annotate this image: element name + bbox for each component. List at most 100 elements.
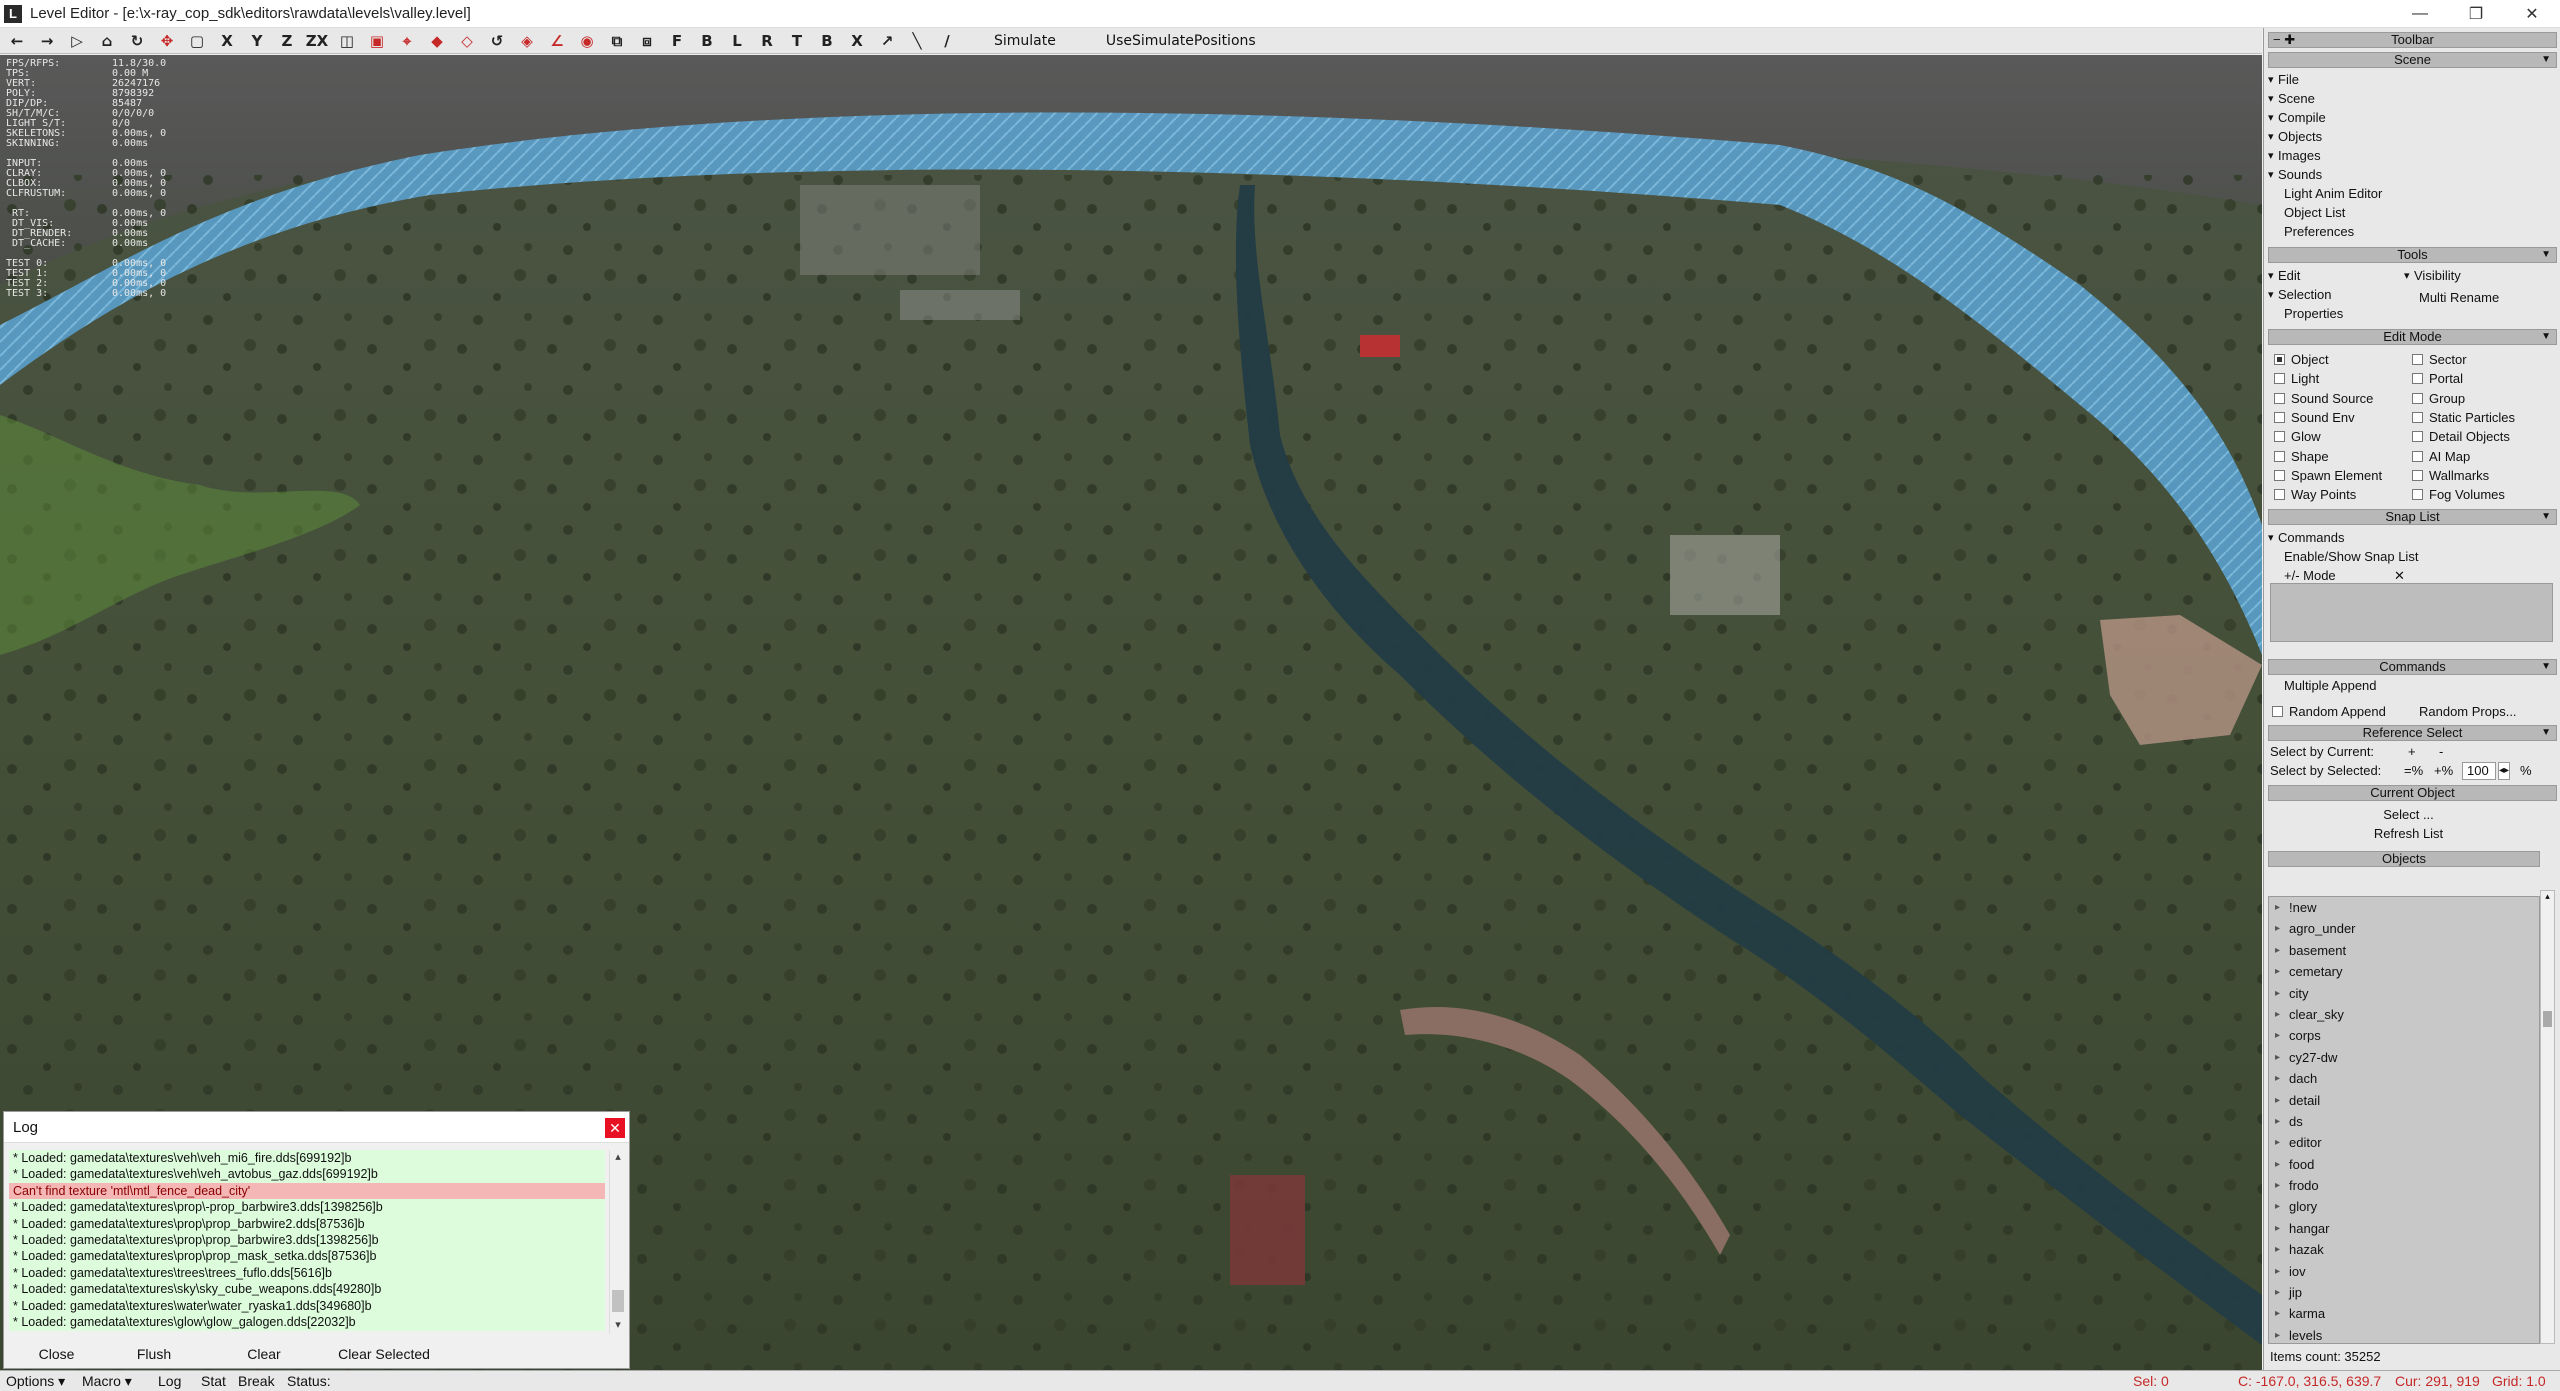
- axis-zx-button[interactable]: ZX: [304, 30, 330, 52]
- menu-visibility[interactable]: Visibility: [2404, 268, 2461, 284]
- log-scrollbar[interactable]: ▴ ▾: [609, 1150, 626, 1334]
- collapse-icon[interactable]: ▼: [2541, 53, 2551, 67]
- ortho-icon[interactable]: ╲: [904, 30, 930, 52]
- edit-mode-static-particles-checkbox[interactable]: Static Particles: [2412, 410, 2515, 426]
- maximize-button[interactable]: ❐: [2448, 0, 2504, 28]
- view-front-button[interactable]: F: [664, 30, 690, 52]
- current-object-section-header[interactable]: Current Object: [2268, 785, 2557, 801]
- log-line[interactable]: * Loaded: gamedata\textures\water\water_…: [9, 1298, 605, 1314]
- axis-y-button[interactable]: Y: [244, 30, 270, 52]
- snap-rotate-icon[interactable]: ◇: [454, 30, 480, 52]
- log-line[interactable]: * Loaded: gamedata\textures\prop\prop_ma…: [9, 1248, 605, 1264]
- multiple-append-button[interactable]: Multiple Append: [2284, 678, 2377, 694]
- properties-button[interactable]: Properties: [2284, 306, 2343, 322]
- edit-mode-light-checkbox[interactable]: Light: [2274, 371, 2319, 387]
- edit-mode-section-header[interactable]: Edit Mode ▼: [2268, 329, 2557, 345]
- pin-icon[interactable]: − ✚: [2273, 33, 2295, 47]
- select-percent-input[interactable]: 100: [2462, 762, 2496, 780]
- edit-mode-portal-checkbox[interactable]: Portal: [2412, 371, 2463, 387]
- object-folder-item[interactable]: detail: [2269, 1090, 2539, 1112]
- break-button[interactable]: Break: [238, 1373, 275, 1389]
- log-line[interactable]: * Loaded: gamedata\textures\veh\veh_avto…: [9, 1166, 605, 1182]
- edit-mode-detail-objects-checkbox[interactable]: Detail Objects: [2412, 429, 2510, 445]
- snap-scale-icon[interactable]: ◈: [514, 30, 540, 52]
- preferences-button[interactable]: Preferences: [2284, 224, 2354, 240]
- view-reset-button[interactable]: X: [844, 30, 870, 52]
- snap-object-icon[interactable]: ▣: [364, 30, 390, 52]
- edit-mode-sound-source-checkbox[interactable]: Sound Source: [2274, 391, 2373, 407]
- edit-mode-object-checkbox[interactable]: Object: [2274, 352, 2329, 368]
- menu-compile[interactable]: Compile: [2268, 110, 2326, 126]
- log-error-line[interactable]: Can't find texture 'mtl\mtl_fence_dead_c…: [9, 1182, 605, 1200]
- menu-selection[interactable]: Selection: [2268, 287, 2332, 303]
- objects-section-header[interactable]: Objects: [2268, 851, 2540, 867]
- free-camera-icon[interactable]: ∕: [934, 30, 960, 52]
- object-folder-item[interactable]: frodo: [2269, 1175, 2539, 1197]
- object-folder-item[interactable]: hangar: [2269, 1218, 2539, 1240]
- edit-mode-sector-checkbox[interactable]: Sector: [2412, 352, 2467, 368]
- select-current-plus-button[interactable]: +: [2408, 744, 2416, 760]
- undo-icon[interactable]: ←: [4, 30, 30, 52]
- scroll-up-icon[interactable]: ▴: [610, 1150, 626, 1166]
- objects-scrollbar[interactable]: ▴: [2540, 890, 2555, 1344]
- log-clear-selected-button[interactable]: Clear Selected: [329, 1343, 439, 1365]
- tools-section-header[interactable]: Tools ▼: [2268, 247, 2557, 263]
- snap-move-icon[interactable]: ◆: [424, 30, 450, 52]
- object-folder-item[interactable]: city: [2269, 983, 2539, 1005]
- log-line[interactable]: * Loaded: gamedata\textures\veh\veh_mi6_…: [9, 1150, 605, 1166]
- menu-file[interactable]: File: [2268, 72, 2299, 88]
- log-flush-button[interactable]: Flush: [109, 1343, 199, 1365]
- log-line[interactable]: * Loaded: gamedata\textures\glow\glow_ga…: [9, 1314, 605, 1330]
- percent-spinner[interactable]: ◂▸: [2498, 762, 2511, 780]
- edit-mode-spawn-element-checkbox[interactable]: Spawn Element: [2274, 468, 2382, 484]
- axis-x-button[interactable]: X: [214, 30, 240, 52]
- orbit-icon[interactable]: ↻: [124, 30, 150, 52]
- zoom-extent-icon[interactable]: ⧉: [604, 30, 630, 52]
- snap-angle-icon[interactable]: ∠: [544, 30, 570, 52]
- edit-mode-ai-map-checkbox[interactable]: AI Map: [2412, 449, 2470, 465]
- object-folder-item[interactable]: clear_sky: [2269, 1004, 2539, 1026]
- select-object-button[interactable]: Select ...: [2264, 807, 2553, 823]
- object-folder-item[interactable]: glory: [2269, 1196, 2539, 1218]
- view-left-button[interactable]: L: [724, 30, 750, 52]
- reference-select-section-header[interactable]: Reference Select ▼: [2268, 725, 2557, 741]
- view-back-button[interactable]: B: [694, 30, 720, 52]
- view-top-button[interactable]: T: [784, 30, 810, 52]
- log-line[interactable]: * Loaded: gamedata\textures\trees\trees_…: [9, 1265, 605, 1281]
- zoom-selected-icon[interactable]: ⧈: [634, 30, 660, 52]
- object-folder-item[interactable]: !new: [2269, 897, 2539, 919]
- snap-commands-menu[interactable]: Commands: [2268, 530, 2345, 546]
- snap-clear-button[interactable]: ✕: [2394, 568, 2405, 584]
- snap-normal-icon[interactable]: ◉: [574, 30, 600, 52]
- object-folder-item[interactable]: corps: [2269, 1025, 2539, 1047]
- object-folder-item[interactable]: food: [2269, 1154, 2539, 1176]
- view-right-button[interactable]: R: [754, 30, 780, 52]
- axis-z-button[interactable]: Z: [274, 30, 300, 52]
- collapse-icon[interactable]: ▼: [2541, 330, 2551, 344]
- view-bottom-button[interactable]: B: [814, 30, 840, 52]
- simulate-button[interactable]: Simulate: [994, 30, 1056, 52]
- move-icon[interactable]: ✥: [154, 30, 180, 52]
- menu-sounds[interactable]: Sounds: [2268, 167, 2322, 183]
- collapse-icon[interactable]: ▼: [2541, 248, 2551, 262]
- redo-icon[interactable]: →: [34, 30, 60, 52]
- light-anim-editor-button[interactable]: Light Anim Editor: [2284, 186, 2382, 202]
- object-folder-item[interactable]: hazak: [2269, 1239, 2539, 1261]
- options-menu[interactable]: Options ▾: [6, 1373, 65, 1390]
- object-folder-item[interactable]: iov: [2269, 1261, 2539, 1283]
- random-props-button[interactable]: Random Props...: [2419, 704, 2517, 720]
- stat-button[interactable]: Stat: [201, 1373, 226, 1389]
- macro-menu[interactable]: Macro ▾: [82, 1373, 132, 1390]
- object-folder-item[interactable]: agro_under: [2269, 918, 2539, 940]
- edit-mode-fog-volumes-checkbox[interactable]: Fog Volumes: [2412, 487, 2505, 503]
- edit-mode-sound-env-checkbox[interactable]: Sound Env: [2274, 410, 2355, 426]
- scroll-up-icon[interactable]: ▴: [2541, 891, 2554, 902]
- collapse-icon[interactable]: ▼: [2541, 660, 2551, 674]
- edit-mode-glow-checkbox[interactable]: Glow: [2274, 429, 2321, 445]
- log-line[interactable]: * Loaded: gamedata\textures\prop\-prop_b…: [9, 1199, 605, 1215]
- snap-list-section-header[interactable]: Snap List ▼: [2268, 509, 2557, 525]
- snap-vertex-icon[interactable]: ⌖: [394, 30, 420, 52]
- log-line[interactable]: * Loaded: gamedata\textures\prop\prop_ba…: [9, 1216, 605, 1232]
- select-current-minus-button[interactable]: -: [2439, 744, 2443, 760]
- objects-tree[interactable]: !newagro_underbasementcemetarycityclear_…: [2268, 896, 2540, 1344]
